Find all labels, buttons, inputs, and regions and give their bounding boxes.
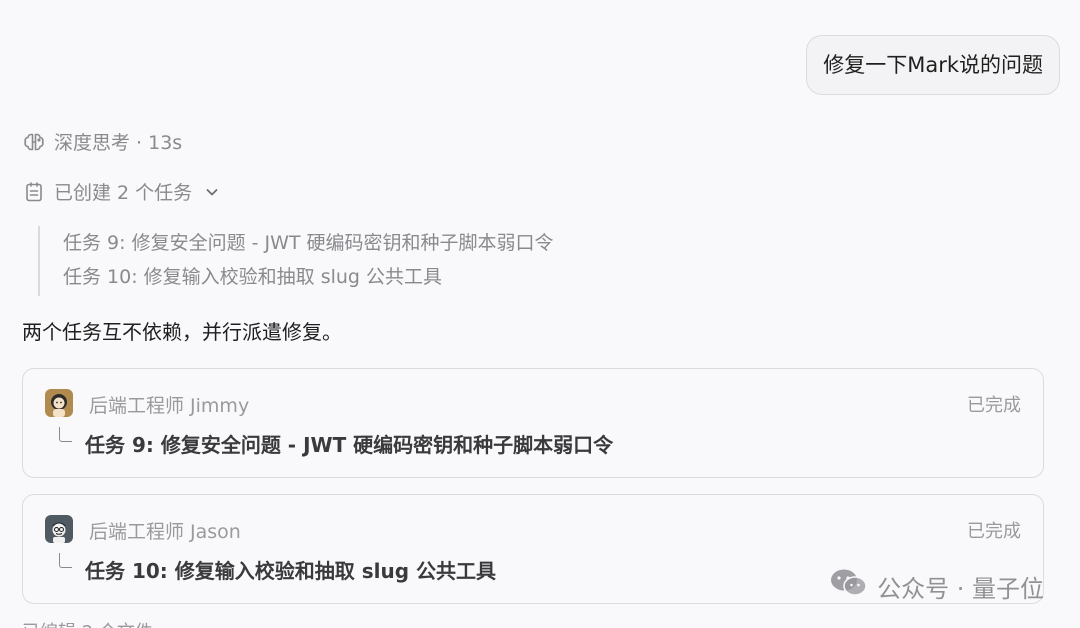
agent-name: 后端工程师 Jimmy [89, 395, 250, 417]
avatar [45, 389, 73, 417]
assigned-task: 任务 10: 修复输入校验和抽取 slug 公共工具 [85, 559, 496, 583]
thinking-label: 深度思考 · 13s [54, 132, 183, 154]
cutoff-activity-line: 已编辑 2 个文件 [22, 618, 153, 628]
branch-connector-icon [59, 553, 72, 568]
created-task-list: 任务 9: 修复安全问题 - JWT 硬编码密钥和种子脚本弱口令 任务 10: … [38, 226, 763, 296]
agent-name: 后端工程师 Jason [89, 521, 241, 543]
assignment-card-jimmy[interactable]: 后端工程师 Jimmy 已完成 任务 9: 修复安全问题 - JWT 硬编码密钥… [22, 368, 1044, 478]
list-item: 任务 9: 修复安全问题 - JWT 硬编码密钥和种子脚本弱口令 [63, 232, 554, 254]
brain-icon [22, 130, 46, 154]
chat-view: 修复一下Mark说的问题 深度思考 · 13s 已创建 2 个任务 任务 9: … [0, 0, 1080, 628]
assistant-summary: 两个任务互不依赖，并行派遣修复。 [22, 320, 342, 344]
watermark-text: 公众号 · 量子位 [877, 574, 1044, 603]
watermark: 公众号 · 量子位 [829, 567, 1044, 605]
chevron-down-icon[interactable] [204, 184, 220, 200]
thinking-indicator[interactable]: 深度思考 · 13s [22, 128, 182, 155]
assigned-task: 任务 9: 修复安全问题 - JWT 硬编码密钥和种子脚本弱口令 [85, 433, 614, 457]
status-badge: 已完成 [967, 395, 1021, 416]
status-badge: 已完成 [967, 521, 1021, 542]
list-item: 任务 10: 修复输入校验和抽取 slug 公共工具 [63, 266, 443, 288]
wechat-icon [829, 567, 877, 605]
tasks-created-toggle[interactable]: 已创建 2 个任务 [22, 178, 220, 205]
user-message-bubble: 修复一下Mark说的问题 [806, 35, 1060, 95]
tasks-created-label: 已创建 2 个任务 [54, 182, 193, 204]
clipboard-icon [22, 180, 46, 204]
branch-connector-icon [59, 427, 72, 442]
avatar [45, 515, 73, 543]
